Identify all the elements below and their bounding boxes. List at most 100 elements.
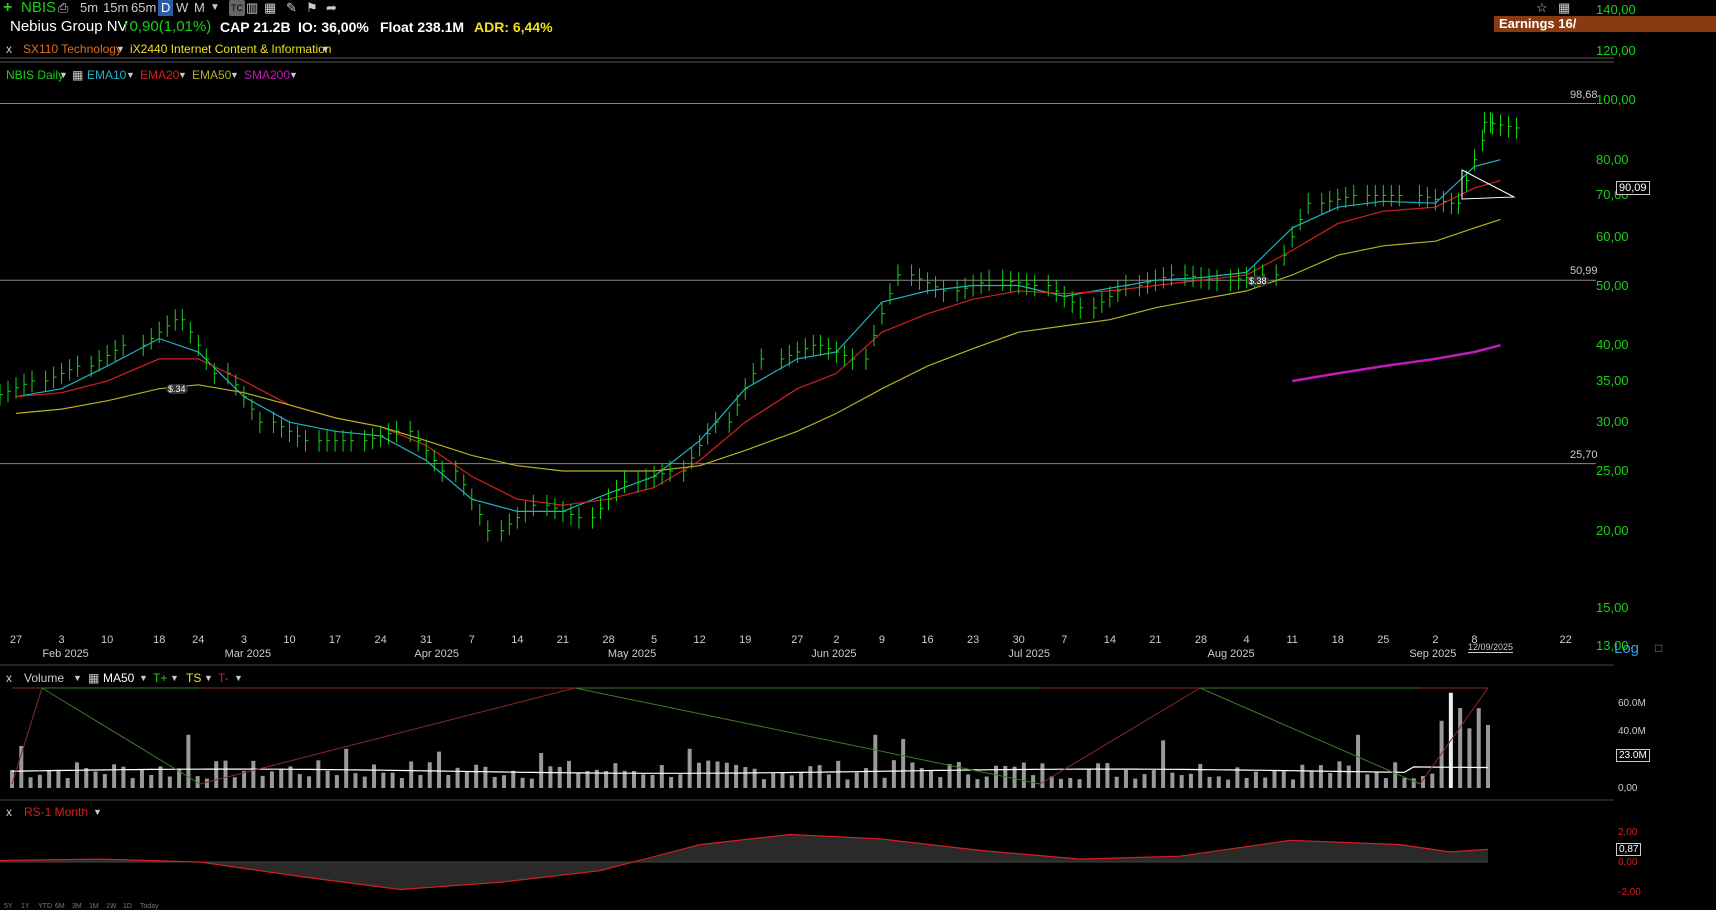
volume-bar bbox=[687, 748, 692, 788]
volume-bar bbox=[901, 739, 906, 788]
volume-bar bbox=[826, 774, 831, 788]
zoom-button[interactable]: 1W bbox=[106, 903, 117, 910]
chevron-down-icon[interactable]: ▼ bbox=[170, 671, 179, 685]
volume-bar bbox=[1365, 774, 1370, 788]
volume-bar bbox=[149, 774, 154, 788]
volume-bar bbox=[1086, 769, 1091, 788]
volume-bar bbox=[372, 764, 377, 788]
t-plus-label[interactable]: T+ bbox=[153, 671, 167, 685]
date-tick-label: 18 bbox=[153, 634, 166, 646]
current-rs-box: 0,87 bbox=[1616, 843, 1642, 856]
volume-bar bbox=[427, 762, 432, 788]
volume-ma50-label[interactable]: MA50 bbox=[103, 671, 134, 685]
volume-pane-title[interactable]: Volume bbox=[24, 671, 64, 685]
price-axis-label: 60,00 bbox=[1596, 228, 1629, 244]
volume-bar bbox=[910, 762, 915, 788]
zoom-button[interactable]: 1D bbox=[123, 903, 132, 910]
volume-bar bbox=[1300, 764, 1305, 788]
ts-label[interactable]: TS bbox=[186, 671, 201, 685]
date-tick-label: 22 bbox=[1559, 634, 1572, 646]
date-tick-label: 9 bbox=[878, 634, 886, 646]
volume-bar bbox=[232, 777, 237, 788]
volume-bar bbox=[418, 774, 423, 788]
date-tick-label: 21 bbox=[556, 634, 570, 646]
volume-axis-label: 40.0M bbox=[1618, 726, 1646, 737]
volume-bar bbox=[1170, 772, 1175, 788]
volume-bar bbox=[65, 778, 70, 788]
volume-bar bbox=[566, 760, 571, 788]
volume-bar bbox=[1374, 772, 1379, 788]
zoom-button[interactable]: Today bbox=[140, 903, 159, 910]
volume-bar bbox=[1068, 777, 1073, 788]
volume-bar bbox=[1281, 771, 1286, 788]
month-tick-label: Apr 2025 bbox=[414, 648, 460, 660]
volume-bar bbox=[891, 760, 896, 788]
chevron-down-icon[interactable]: ▼ bbox=[204, 671, 213, 685]
volume-ma50-line bbox=[11, 766, 1488, 774]
zoom-button[interactable]: 6M bbox=[55, 903, 65, 910]
log-scale-toggle[interactable]: Log bbox=[1614, 640, 1639, 657]
volume-bar bbox=[1337, 761, 1342, 788]
volume-bar bbox=[84, 768, 89, 788]
grid-icon[interactable]: ▦ bbox=[88, 671, 99, 685]
date-tick-label: 28 bbox=[1194, 634, 1208, 646]
volume-bar bbox=[1356, 734, 1361, 788]
chevron-down-icon[interactable]: ▼ bbox=[73, 671, 82, 685]
volume-bar bbox=[817, 765, 822, 788]
cursor-date: 12/09/2025 bbox=[1468, 642, 1514, 653]
volume-bar bbox=[669, 777, 674, 788]
dividend-marker[interactable]: $.38 bbox=[1247, 276, 1269, 286]
volume-bar bbox=[1253, 771, 1258, 788]
volume-bar bbox=[1151, 770, 1156, 788]
rs-pane-title[interactable]: RS-1 Month bbox=[24, 805, 88, 819]
volume-bar bbox=[845, 779, 850, 788]
volume-bar bbox=[1244, 777, 1249, 788]
volume-bar bbox=[167, 776, 172, 788]
month-tick-label: Jul 2025 bbox=[1008, 648, 1050, 660]
close-icon[interactable]: x bbox=[6, 671, 12, 685]
volume-bar bbox=[437, 751, 442, 788]
volume-bar bbox=[520, 777, 525, 788]
volume-bar bbox=[994, 765, 998, 788]
lock-icon[interactable]: □ bbox=[1655, 641, 1662, 655]
volume-bar bbox=[613, 763, 618, 788]
price-axis-label: 30,00 bbox=[1596, 414, 1629, 430]
chevron-down-icon[interactable]: ▼ bbox=[93, 805, 102, 819]
rs-axis-label: 2,00 bbox=[1618, 827, 1638, 838]
horizontal-line-label: 25,70 bbox=[1570, 448, 1598, 461]
chevron-down-icon[interactable]: ▼ bbox=[139, 671, 148, 685]
volume-bar bbox=[576, 773, 581, 788]
volume-bar bbox=[1198, 764, 1203, 788]
chevron-down-icon[interactable]: ▼ bbox=[234, 671, 243, 685]
volume-bar bbox=[1318, 765, 1323, 788]
volume-bar bbox=[1226, 779, 1231, 788]
volume-bar bbox=[1040, 763, 1045, 788]
volume-bar bbox=[539, 753, 544, 788]
zoom-button[interactable]: 1Y bbox=[21, 903, 30, 910]
month-tick-label: Feb 2025 bbox=[42, 648, 89, 660]
volume-bar bbox=[984, 776, 989, 788]
close-icon[interactable]: x bbox=[6, 805, 12, 819]
zoom-button[interactable]: 1M bbox=[89, 903, 99, 910]
volume-bar bbox=[1328, 772, 1333, 788]
volume-bar bbox=[724, 762, 729, 788]
zoom-button[interactable]: 3M bbox=[72, 903, 82, 910]
volume-bar bbox=[1309, 770, 1314, 788]
volume-bar bbox=[956, 762, 961, 788]
dividend-marker[interactable]: $.34 bbox=[166, 384, 188, 394]
volume-bar bbox=[502, 775, 506, 788]
rs-axis-label: -2,00 bbox=[1618, 887, 1641, 898]
volume-bar bbox=[511, 770, 516, 788]
price-chart[interactable] bbox=[0, 0, 1716, 910]
volume-bar bbox=[492, 776, 497, 788]
date-tick-label: 27 bbox=[791, 634, 804, 646]
volume-bar bbox=[752, 768, 757, 788]
date-tick-label: 21 bbox=[1149, 634, 1162, 646]
volume-bar bbox=[260, 775, 265, 788]
zoom-button[interactable]: 5Y bbox=[4, 903, 13, 910]
volume-bar bbox=[214, 761, 219, 788]
volume-bar bbox=[808, 766, 813, 788]
zoom-button[interactable]: YTD bbox=[38, 903, 52, 910]
t-minus-label[interactable]: T- bbox=[218, 671, 229, 685]
volume-bar bbox=[269, 771, 274, 788]
